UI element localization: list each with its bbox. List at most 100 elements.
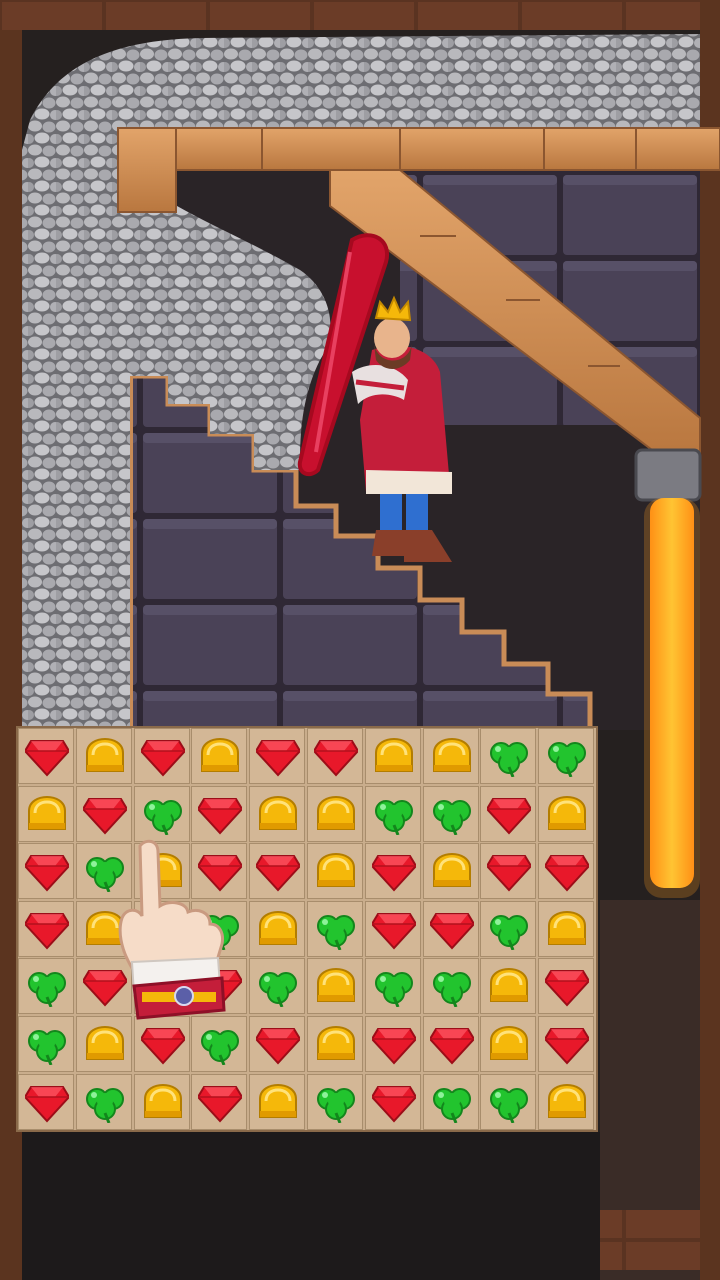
gold-gem-tile[interactable] [191, 728, 248, 784]
ruby-gem-icon [198, 970, 243, 1007]
ruby-gem-tile[interactable] [249, 843, 306, 900]
gold-gem-tile[interactable] [249, 785, 306, 842]
ruby-gem-icon [371, 1085, 416, 1123]
gold-gem-icon [490, 1025, 529, 1060]
ruby-gem-tile[interactable] [133, 1016, 190, 1072]
clover-gem-icon [85, 857, 124, 893]
clover-gem-icon [201, 914, 240, 950]
clover-gem-tile[interactable] [191, 1016, 248, 1072]
outer-frame-right [700, 0, 720, 1280]
ruby-gem-icon [429, 912, 474, 950]
ruby-gem-tile[interactable] [364, 1073, 421, 1130]
ruby-gem-tile[interactable] [364, 900, 421, 957]
gold-gem-tile[interactable] [422, 728, 479, 784]
outer-frame-top [0, 0, 720, 30]
clover-gem-tile[interactable] [364, 958, 421, 1015]
ruby-gem-tile[interactable] [364, 843, 421, 900]
ruby-gem-tile[interactable] [364, 1016, 421, 1072]
ruby-gem-tile[interactable] [191, 843, 248, 900]
clover-gem-icon [317, 1087, 355, 1123]
clover-gem-tile[interactable] [422, 958, 479, 1015]
ruby-gem-tile[interactable] [480, 785, 537, 842]
gold-gem-icon [490, 968, 529, 1003]
ruby-gem-tile[interactable] [191, 1073, 248, 1130]
clover-gem-tile[interactable] [307, 900, 363, 957]
ruby-gem-tile[interactable] [133, 958, 190, 1015]
ruby-gem-tile[interactable] [75, 785, 132, 842]
ruby-gem-tile[interactable] [307, 728, 363, 784]
ruby-gem-tile[interactable] [422, 1016, 479, 1072]
clover-gem-icon [201, 1030, 240, 1065]
clover-gem-tile[interactable] [133, 785, 190, 842]
ruby-gem-tile[interactable] [18, 900, 74, 957]
clover-gem-tile[interactable] [75, 843, 132, 900]
clover-gem-icon [432, 1087, 471, 1123]
clover-gem-tile[interactable] [480, 728, 537, 784]
ruby-gem-tile[interactable] [18, 843, 74, 900]
clover-gem-tile[interactable] [75, 1073, 132, 1130]
ruby-gem-tile[interactable] [191, 785, 248, 842]
gold-gem-tile[interactable] [249, 1073, 306, 1130]
clover-gem-tile[interactable] [133, 900, 190, 957]
clover-gem-tile[interactable] [307, 1073, 363, 1130]
ruby-gem-tile[interactable] [538, 958, 595, 1015]
gold-gem-tile[interactable] [75, 1016, 132, 1072]
clover-gem-icon [490, 1087, 529, 1123]
gold-gem-tile[interactable] [133, 1073, 190, 1130]
gold-gem-tile[interactable] [75, 728, 132, 784]
clover-gem-tile[interactable] [364, 785, 421, 842]
gold-gem-tile[interactable] [249, 900, 306, 957]
gold-gem-tile[interactable] [307, 843, 363, 900]
clover-gem-icon [432, 799, 471, 835]
gold-gem-icon [143, 853, 182, 888]
gold-gem-tile[interactable] [364, 728, 421, 784]
ruby-gem-tile[interactable] [18, 728, 74, 784]
ruby-gem-tile[interactable] [18, 1073, 74, 1130]
ruby-gem-tile[interactable] [480, 843, 537, 900]
ruby-gem-tile[interactable] [422, 900, 479, 957]
gold-gem-icon [317, 968, 355, 1003]
ruby-gem-tile[interactable] [133, 728, 190, 784]
clover-gem-tile[interactable] [191, 900, 248, 957]
ruby-gem-tile[interactable] [249, 1016, 306, 1072]
gold-gem-icon [548, 910, 587, 945]
ruby-gem-tile[interactable] [538, 1016, 595, 1072]
clover-gem-tile[interactable] [18, 958, 74, 1015]
ruby-gem-icon [140, 1028, 185, 1065]
clover-gem-icon [490, 914, 529, 950]
gold-gem-tile[interactable] [480, 1016, 537, 1072]
ruby-gem-tile[interactable] [538, 843, 595, 900]
gold-gem-tile[interactable] [538, 900, 595, 957]
clover-gem-tile[interactable] [480, 1073, 537, 1130]
gold-gem-icon [259, 1083, 298, 1118]
gold-gem-tile[interactable] [307, 1016, 363, 1072]
gold-gem-tile[interactable] [538, 785, 595, 842]
ruby-gem-tile[interactable] [191, 958, 248, 1015]
clover-gem-tile[interactable] [538, 728, 595, 784]
gold-gem-tile[interactable] [18, 785, 74, 842]
clover-gem-icon [28, 1030, 66, 1065]
clover-gem-tile[interactable] [249, 958, 306, 1015]
clover-gem-icon [143, 799, 182, 835]
gold-gem-tile[interactable] [480, 958, 537, 1015]
gold-gem-tile[interactable] [307, 958, 363, 1015]
gold-gem-icon [85, 910, 124, 945]
brick-beam-left-drop [117, 127, 177, 213]
clover-gem-icon [28, 972, 66, 1008]
clover-gem-tile[interactable] [480, 900, 537, 957]
gold-gem-tile[interactable] [75, 900, 132, 957]
ruby-gem-icon [198, 855, 243, 892]
ruby-gem-icon [487, 797, 532, 835]
clover-gem-tile[interactable] [422, 1073, 479, 1130]
clover-gem-tile[interactable] [18, 1016, 74, 1072]
gold-gem-icon [143, 1083, 182, 1118]
ruby-gem-tile[interactable] [249, 728, 306, 784]
gold-gem-tile[interactable] [133, 843, 190, 900]
gold-gem-tile[interactable] [538, 1073, 595, 1130]
gold-gem-tile[interactable] [307, 785, 363, 842]
clover-gem-tile[interactable] [422, 785, 479, 842]
ruby-gem-tile[interactable] [75, 958, 132, 1015]
clover-gem-icon [374, 799, 413, 835]
clover-gem-icon [548, 742, 587, 777]
gold-gem-tile[interactable] [422, 843, 479, 900]
